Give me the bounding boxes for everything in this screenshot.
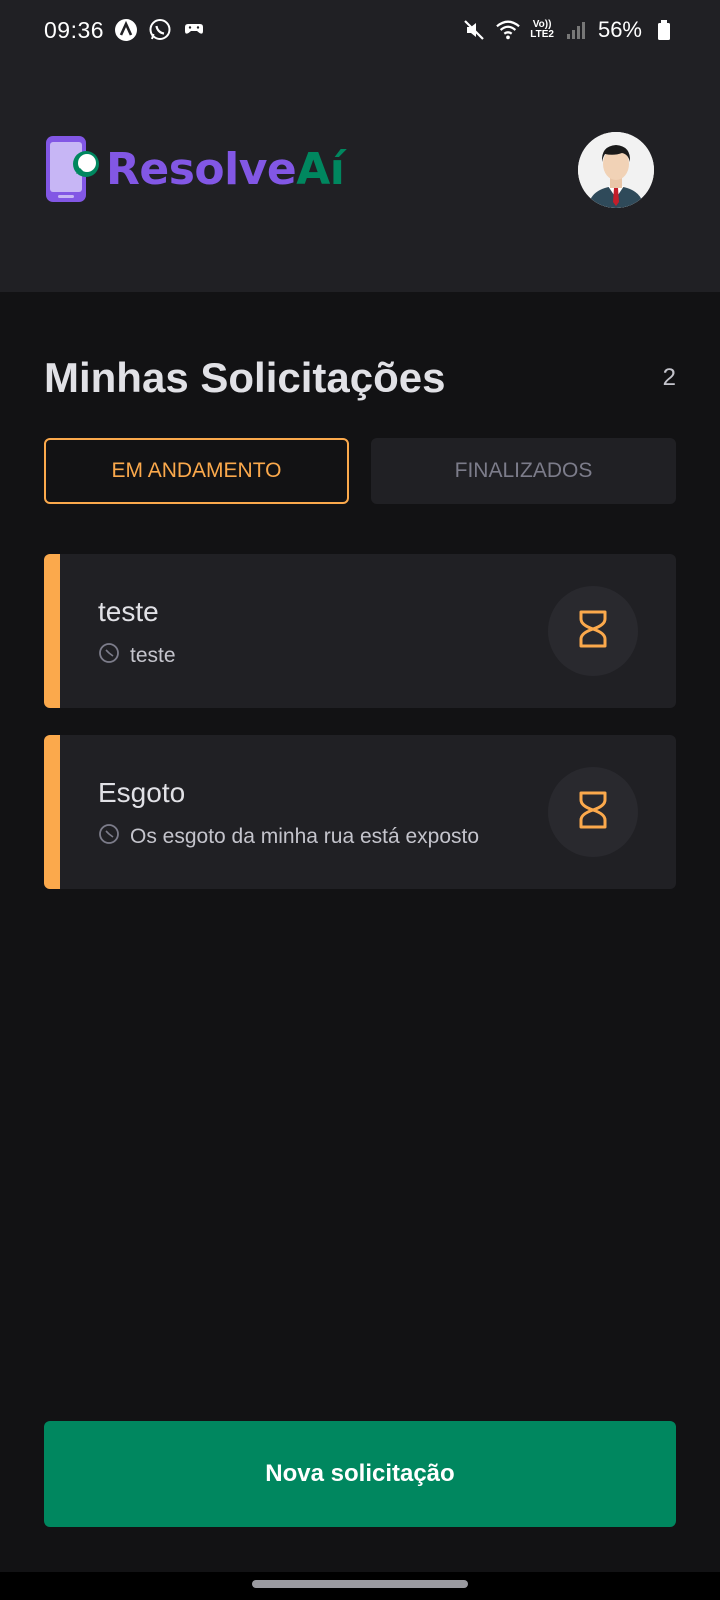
request-count: 2 [662, 364, 676, 391]
hourglass-icon [578, 791, 608, 834]
clock-icon [98, 823, 120, 851]
request-card[interactable]: Esgoto Os esgoto da minha rua está expos… [44, 735, 676, 889]
signal-icon [564, 18, 588, 42]
a-icon [114, 18, 138, 42]
mute-icon [462, 18, 486, 42]
network-lte: LTE2 [530, 29, 554, 40]
request-description: teste [130, 644, 176, 667]
tab-em-andamento[interactable]: EM ANDAMENTO [44, 438, 349, 504]
status-badge [548, 767, 638, 857]
wifi-icon [496, 18, 521, 42]
phone-chat-icon [44, 134, 102, 204]
status-time: 09:36 [44, 16, 105, 43]
app-name: ResolveAí [106, 143, 345, 195]
clock-icon [98, 642, 120, 670]
tab-finalizados[interactable]: FINALIZADOS [371, 438, 676, 504]
app-header: ResolveAí [0, 60, 720, 292]
battery-icon [652, 18, 676, 42]
request-description: Os esgoto da minha rua está exposto [130, 825, 480, 848]
network-type-label: Vo)) LTE2 [530, 20, 554, 40]
page-title: Minhas Solicitações [44, 354, 446, 401]
status-tabs: EM ANDAMENTO FINALIZADOS [44, 438, 676, 504]
app-logo: ResolveAí [44, 134, 345, 204]
request-description-row: Os esgoto da minha rua está exposto [98, 823, 479, 851]
game-controller-icon [182, 18, 206, 42]
request-title: Esgoto [98, 777, 186, 808]
whatsapp-icon [148, 18, 172, 42]
title-row: Minhas Solicitações 2 [44, 354, 676, 402]
request-description-row: teste [98, 642, 176, 670]
app-name-part1: Resolve [106, 143, 297, 195]
request-title: teste [98, 596, 159, 627]
hourglass-icon [578, 610, 608, 653]
card-status-bar [44, 554, 60, 708]
new-request-button[interactable]: Nova solicitação [44, 1421, 676, 1527]
user-avatar[interactable] [578, 132, 654, 208]
home-gesture-handle[interactable] [252, 1580, 468, 1588]
card-status-bar [44, 735, 60, 889]
status-bar: 09:36 Vo)) LTE2 56% [0, 0, 720, 60]
app-name-part2: Aí [296, 143, 345, 195]
status-badge [548, 586, 638, 676]
battery-percent: 56% [597, 17, 642, 42]
request-card[interactable]: teste teste [44, 554, 676, 708]
